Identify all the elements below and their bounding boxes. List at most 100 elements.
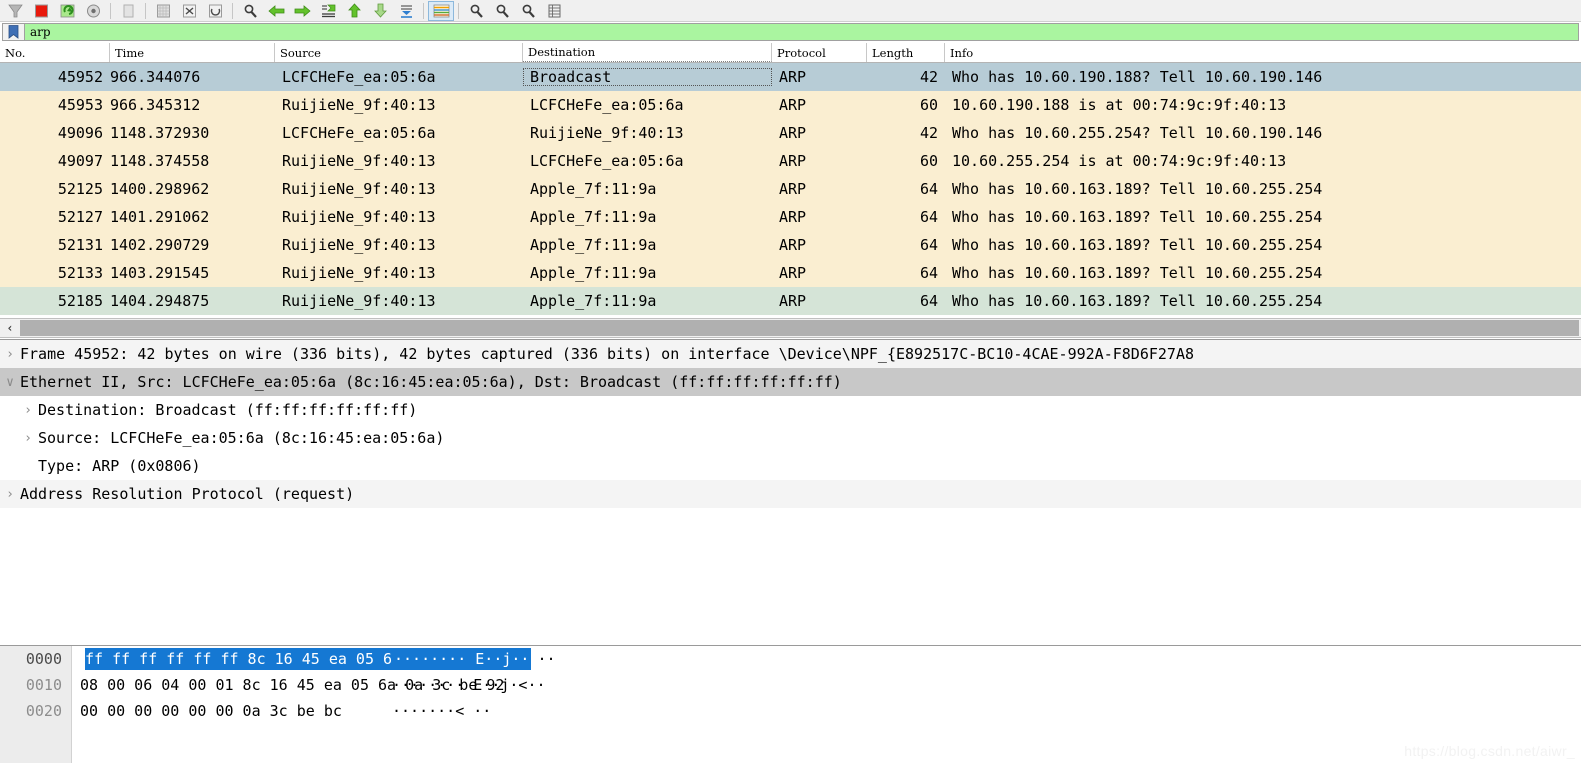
cell-info: Who has 10.60.190.188? Tell 10.60.190.14…: [952, 68, 1323, 86]
detail-tree-item[interactable]: › Destination: Broadcast (ff:ff:ff:ff:ff:…: [0, 396, 1581, 424]
cell-length: 64: [919, 180, 938, 198]
cell-info: Who has 10.60.163.189? Tell 10.60.255.25…: [952, 292, 1323, 310]
column-header-source[interactable]: Source: [275, 43, 523, 62]
table-row[interactable]: 45952 966.344076 LCFCHeFe_ea:05:6a Broadcas…: [0, 63, 1581, 91]
cell-no: 49097: [57, 152, 103, 170]
scrollbar-thumb[interactable]: [20, 320, 1579, 336]
open-file-icon[interactable]: [115, 1, 141, 21]
colorize-packets-icon[interactable]: [428, 0, 454, 21]
detail-tree-item[interactable]: › Source: LCFCHeFe_ea:05:6a (8c:16:45:ea:…: [0, 424, 1581, 452]
table-row[interactable]: 52131 1402.290729 RuijieNe_9f:40:13 Apple_7…: [0, 231, 1581, 259]
capture-options-icon[interactable]: [80, 1, 106, 21]
autoscroll-icon[interactable]: [393, 1, 419, 21]
packet-bytes-pane[interactable]: 0000 ff ff ff ff ff ff 8c 16 45 ea 05 6a …: [0, 645, 1581, 763]
table-row[interactable]: 49097 1148.374558 RuijieNe_9f:40:13 LCFCHeF…: [0, 147, 1581, 175]
reload-file-icon[interactable]: [202, 1, 228, 21]
go-to-last-packet-icon[interactable]: [367, 1, 393, 21]
chevron-right-icon[interactable]: ›: [18, 403, 38, 418]
hex-row[interactable]: 0010 08 00 06 04 00 01 8c 16 45 ea 05 6a …: [0, 672, 1581, 698]
cell-info: 10.60.190.188 is at 00:74:9c:9f:40:13: [952, 96, 1287, 114]
cell-time: 966.344076: [110, 68, 201, 86]
cell-info: 10.60.255.254 is at 00:74:9c:9f:40:13: [952, 152, 1287, 170]
table-row[interactable]: 52185 1404.294875 RuijieNe_9f:40:13 Apple_7…: [0, 287, 1581, 315]
chevron-down-icon[interactable]: ∨: [0, 375, 20, 390]
wireshark-window: arp No. Time Source Destination Protocol…: [0, 0, 1581, 763]
packet-details-pane[interactable]: › Frame 45952: 42 bytes on wire (336 bits…: [0, 339, 1581, 639]
cell-destination: Broadcast: [523, 68, 772, 86]
zoom-in-icon[interactable]: [463, 1, 489, 21]
cell-info: Who has 10.60.255.254? Tell 10.60.190.14…: [952, 124, 1323, 142]
hex-offset: 0020: [25, 702, 62, 720]
detail-tree-item[interactable]: ∨ Ethernet II, Src: LCFCHeFe_ea:05:6a (8c…: [0, 368, 1581, 396]
cell-source: RuijieNe_9f:40:13: [282, 208, 436, 226]
column-header-destination[interactable]: Destination: [523, 43, 772, 62]
hex-row[interactable]: 0000 ff ff ff ff ff ff 8c 16 45 ea 05 6a …: [0, 646, 1581, 672]
toolbar-separator: [232, 2, 233, 19]
bookmark-icon[interactable]: [2, 23, 24, 41]
hex-ascii: ·······< ··: [392, 702, 492, 720]
packet-list-header: No. Time Source Destination Protocol Len…: [0, 43, 1581, 63]
hex-row[interactable]: 0020 00 00 00 00 00 00 0a 3c be bc ·······…: [0, 698, 1581, 724]
detail-tree-item[interactable]: Type: ARP (0x0806): [0, 452, 1581, 480]
detail-tree-label: Address Resolution Protocol (request): [20, 485, 355, 503]
restart-capture-icon[interactable]: [54, 1, 80, 21]
display-filter-bar: arp: [0, 22, 1581, 42]
go-forward-icon[interactable]: [289, 1, 315, 21]
display-filter-input[interactable]: arp: [24, 23, 1579, 41]
zoom-out-icon[interactable]: [489, 1, 515, 21]
scroll-left-arrow-icon[interactable]: ‹: [0, 319, 20, 337]
column-header-length[interactable]: Length: [867, 43, 945, 62]
column-header-info[interactable]: Info: [945, 43, 1581, 62]
resize-columns-icon[interactable]: [541, 1, 567, 21]
table-row[interactable]: 45953 966.345312 RuijieNe_9f:40:13 LCFCHeFe…: [0, 91, 1581, 119]
table-row[interactable]: 52127 1401.291062 RuijieNe_9f:40:13 Apple_7…: [0, 203, 1581, 231]
hex-offset: 0000: [25, 650, 62, 668]
hex-ascii: ········ E··j·· ··: [372, 648, 556, 670]
cell-protocol: ARP: [779, 96, 807, 114]
table-row[interactable]: 49096 1148.372930 LCFCHeFe_ea:05:6a RuijieN…: [0, 119, 1581, 147]
column-header-no[interactable]: No.: [0, 43, 110, 62]
find-packet-icon[interactable]: [237, 1, 263, 21]
table-row[interactable]: 52133 1403.291545 RuijieNe_9f:40:13 Apple_7…: [0, 259, 1581, 287]
cell-length: 64: [919, 292, 938, 310]
column-header-protocol[interactable]: Protocol: [772, 43, 867, 62]
packet-list-horizontal-scrollbar[interactable]: ‹: [0, 318, 1581, 338]
cell-length: 42: [919, 68, 938, 86]
cell-time: 1401.291062: [110, 208, 210, 226]
cell-info: Who has 10.60.163.189? Tell 10.60.255.25…: [952, 236, 1323, 254]
column-header-time[interactable]: Time: [110, 43, 275, 62]
cell-source: LCFCHeFe_ea:05:6a: [282, 124, 436, 142]
save-file-icon[interactable]: [150, 1, 176, 21]
detail-tree-item[interactable]: › Frame 45952: 42 bytes on wire (336 bits…: [0, 340, 1581, 368]
detail-tree-label: Destination: Broadcast (ff:ff:ff:ff:ff:f…: [38, 401, 418, 419]
zoom-reset-icon[interactable]: [515, 1, 541, 21]
cell-destination: Apple_7f:11:9a: [530, 236, 657, 254]
cell-time: 1148.374558: [110, 152, 210, 170]
cell-source: RuijieNe_9f:40:13: [282, 152, 436, 170]
detail-tree-label: Frame 45952: 42 bytes on wire (336 bits)…: [20, 345, 1194, 363]
cell-protocol: ARP: [779, 180, 807, 198]
detail-tree-item[interactable]: › Address Resolution Protocol (request): [0, 480, 1581, 508]
close-file-icon[interactable]: [176, 1, 202, 21]
start-capture-icon[interactable]: [2, 1, 28, 21]
toolbar-separator: [110, 2, 111, 19]
stop-capture-icon[interactable]: [28, 1, 54, 21]
cell-info: Who has 10.60.163.189? Tell 10.60.255.25…: [952, 180, 1323, 198]
go-to-packet-icon[interactable]: [315, 1, 341, 21]
table-row[interactable]: 52125 1400.298962 RuijieNe_9f:40:13 Apple_7…: [0, 175, 1581, 203]
hex-bytes: 00 00 00 00 00 00 0a 3c be bc: [80, 702, 342, 720]
go-back-icon[interactable]: [263, 1, 289, 21]
hex-bytes: ff ff ff ff ff ff 8c 16 45 ea 05 6a 08 0…: [72, 648, 507, 670]
detail-tree-label: Ethernet II, Src: LCFCHeFe_ea:05:6a (8c:…: [20, 373, 842, 391]
chevron-right-icon[interactable]: ›: [0, 347, 20, 362]
cell-destination: RuijieNe_9f:40:13: [530, 124, 684, 142]
cell-info: Who has 10.60.163.189? Tell 10.60.255.25…: [952, 264, 1323, 282]
chevron-right-icon[interactable]: ›: [18, 431, 38, 446]
go-to-first-packet-icon[interactable]: [341, 1, 367, 21]
cell-no: 45952: [57, 68, 103, 86]
chevron-right-icon[interactable]: ›: [0, 487, 20, 502]
cell-no: 52131: [57, 236, 103, 254]
cell-no: 52125: [57, 180, 103, 198]
cell-source: RuijieNe_9f:40:13: [282, 96, 436, 114]
packet-list[interactable]: 45952 966.344076 LCFCHeFe_ea:05:6a Broadcas…: [0, 63, 1581, 317]
